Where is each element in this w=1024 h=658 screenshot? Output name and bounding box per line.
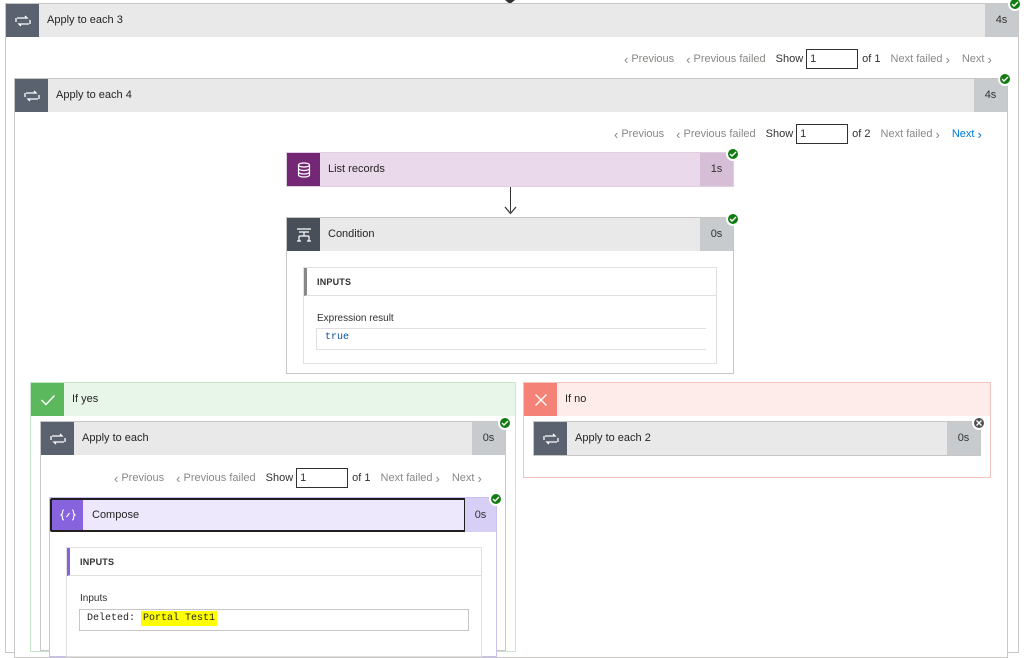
next-link[interactable]: Next › — [962, 53, 992, 66]
value-highlight: Portal Test1 — [141, 611, 218, 626]
inputs-field-value[interactable]: Deleted: Portal Test1 — [79, 609, 469, 631]
condition-icon — [287, 218, 320, 251]
compose-icon — [52, 500, 83, 530]
chevron-left-icon: ‹ — [624, 51, 629, 67]
database-icon — [287, 153, 320, 186]
chevron-left-icon: ‹ — [676, 126, 681, 142]
compose-inputs-section: INPUTS Inputs Deleted: Portal Test1 — [66, 547, 482, 657]
previous-link[interactable]: ‹ Previous — [114, 472, 164, 485]
if-no-label: If no — [565, 393, 587, 405]
condition-inputs-section: INPUTS Expression result true — [303, 267, 717, 364]
previous-failed-link[interactable]: ‹ Previous failed — [176, 472, 256, 485]
page-count: of 1 — [862, 53, 881, 65]
expression-result-value[interactable]: true — [316, 328, 706, 350]
apply-to-each-4-header[interactable]: Apply to each 4 4s — [15, 79, 1007, 112]
success-check-icon — [1008, 0, 1022, 11]
list-records-card[interactable]: List records 1s — [286, 152, 734, 187]
show-label: Show — [765, 128, 794, 140]
if-yes-header[interactable]: If yes — [31, 383, 515, 416]
next-link[interactable]: Next › — [452, 472, 482, 485]
connector-arrow-icon — [504, 206, 517, 215]
compose-title: Compose — [92, 509, 140, 521]
show-label: Show — [265, 472, 294, 484]
chevron-right-icon: › — [945, 51, 950, 67]
next-failed-link[interactable]: Next failed › — [881, 128, 940, 141]
apply-to-each-3-header[interactable]: Apply to each 3 4s — [6, 4, 1018, 37]
apply-to-each-2-title: Apply to each 2 — [575, 432, 651, 444]
chevron-right-icon: › — [977, 126, 982, 142]
success-check-icon — [489, 492, 503, 506]
page-count: of 2 — [852, 128, 871, 140]
previous-failed-link[interactable]: ‹ Previous failed — [686, 53, 766, 66]
page-count: of 1 — [352, 472, 371, 484]
pager-apply-to-each: ‹Previous ‹Previous failed Show of 1 Nex… — [114, 468, 482, 488]
loop-icon — [6, 4, 39, 37]
expression-result-label: Expression result — [317, 313, 394, 324]
apply-to-each-title: Apply to each — [82, 432, 149, 444]
inputs-field-label: Inputs — [80, 593, 108, 604]
if-no-header[interactable]: If no — [524, 383, 990, 416]
apply-to-each-2-card[interactable]: Apply to each 2 0s — [533, 421, 981, 456]
loop-icon — [534, 422, 567, 455]
chevron-right-icon: › — [477, 470, 482, 486]
value-prefix: Deleted: — [87, 613, 136, 624]
inputs-heading: INPUTS — [67, 548, 481, 576]
compose-header[interactable]: Compose — [50, 498, 466, 532]
apply-to-each-3-title: Apply to each 3 — [47, 14, 123, 26]
chevron-right-icon: › — [935, 126, 940, 142]
chevron-left-icon: ‹ — [614, 126, 619, 142]
condition-card: Condition 0s INPUTS Expression result tr… — [286, 217, 734, 374]
chevron-left-icon: ‹ — [176, 470, 181, 486]
if-yes-label: If yes — [72, 393, 99, 405]
pager-apply-to-each-4: ‹Previous ‹Previous failed Show of 2 Nex… — [614, 124, 982, 144]
success-check-icon — [726, 212, 740, 226]
checkmark-icon — [31, 383, 64, 416]
next-failed-link[interactable]: Next failed › — [891, 53, 950, 66]
list-records-title: List records — [328, 163, 385, 175]
chevron-left-icon: ‹ — [114, 470, 119, 486]
show-label: Show — [775, 53, 804, 65]
chevron-right-icon: › — [435, 470, 440, 486]
chevron-left-icon: ‹ — [686, 51, 691, 67]
next-failed-link[interactable]: Next failed › — [381, 472, 440, 485]
page-number-input[interactable] — [796, 124, 849, 144]
inputs-heading: INPUTS — [304, 268, 716, 296]
loop-icon — [15, 79, 48, 112]
chevron-right-icon: › — [987, 51, 992, 67]
previous-link[interactable]: ‹ Previous — [614, 128, 664, 141]
apply-to-each-4-title: Apply to each 4 — [56, 89, 132, 101]
previous-failed-link[interactable]: ‹ Previous failed — [676, 128, 756, 141]
condition-header[interactable]: Condition 0s — [287, 218, 733, 251]
skipped-icon — [972, 416, 986, 430]
previous-link[interactable]: ‹ Previous — [624, 53, 674, 66]
loop-icon — [41, 422, 74, 455]
apply-to-each-header[interactable]: Apply to each 0s — [41, 422, 505, 455]
pager-apply-to-each-3: ‹Previous ‹Previous failed Show of 1 Nex… — [624, 49, 992, 69]
success-check-icon — [498, 416, 512, 430]
success-check-icon — [998, 72, 1012, 86]
page-number-input[interactable] — [296, 468, 349, 488]
next-link[interactable]: Next › — [952, 128, 982, 141]
condition-title: Condition — [328, 228, 375, 240]
success-check-icon — [726, 147, 740, 161]
compose-card: Compose 0s INPUTS Inputs Deleted: Portal… — [49, 497, 497, 657]
page-number-input[interactable] — [806, 49, 859, 69]
close-icon — [524, 383, 557, 416]
